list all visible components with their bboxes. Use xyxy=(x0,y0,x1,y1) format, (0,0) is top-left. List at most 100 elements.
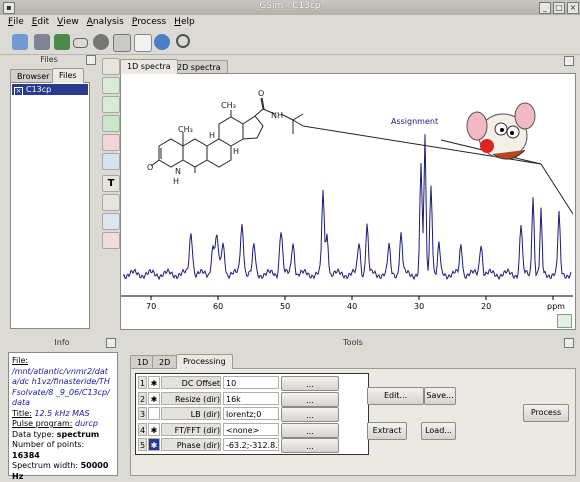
step-options-button[interactable]: ... xyxy=(281,422,339,438)
menu-bar: File Edit View Analysis Process Help xyxy=(0,15,580,29)
undock-icon[interactable] xyxy=(86,55,96,65)
step-value-field[interactable]: <none> xyxy=(223,422,279,436)
list-item[interactable]: × C13cp xyxy=(12,84,88,96)
step-options-button[interactable]: ... xyxy=(281,376,339,391)
grid-icon[interactable] xyxy=(102,58,120,75)
file-path[interactable]: /mnt/atlantic/vnmr2/data/dc h1vz/finaste… xyxy=(12,367,114,409)
sync-icon[interactable] xyxy=(154,34,170,50)
expand-vertical-icon[interactable] xyxy=(102,96,120,113)
annotation-label: Assignment xyxy=(391,117,438,126)
expand-horizontal-icon[interactable] xyxy=(102,77,120,94)
undock-icon[interactable] xyxy=(564,56,574,66)
undock-icon[interactable] xyxy=(564,338,574,348)
menu-view[interactable]: View xyxy=(57,15,79,29)
process-button-label: Process xyxy=(530,408,562,417)
tab-browser[interactable]: Browser xyxy=(10,69,57,83)
molecule-label-nh: N xyxy=(175,167,181,176)
x-tick-label: 20 xyxy=(481,302,491,311)
window-titlebar: ▪ GSim - C13cp _ □ × xyxy=(0,0,580,16)
menu-help[interactable]: Help xyxy=(174,15,195,29)
menu-edit[interactable]: Edit xyxy=(32,15,49,29)
close-circle-icon[interactable] xyxy=(93,34,109,50)
tab-2d[interactable]: 2D xyxy=(152,355,178,369)
row-number: 5 xyxy=(138,438,147,451)
x-tick-label: 50 xyxy=(280,302,290,311)
peak-pick-icon[interactable] xyxy=(102,134,120,151)
num-points-label: Number of points: xyxy=(12,440,85,449)
close-icon[interactable]: × xyxy=(567,2,579,14)
step-checkbox[interactable]: ✱ xyxy=(148,376,160,389)
molecule-label-ch3: CH₃ xyxy=(178,125,193,134)
step-name: FT/FFT (dir) xyxy=(161,422,221,436)
x-ticks: 70 60 50 40 30 20 ppm xyxy=(146,296,565,311)
x-tick-label: ppm xyxy=(547,302,565,311)
load-button-label: Load... xyxy=(425,426,452,435)
processing-panel: 1 ✱ DC Offset 10... 2 ✱ Resize (dir) 16k... 3 LB … xyxy=(130,368,576,476)
menu-file[interactable]: File xyxy=(8,15,24,29)
save-button[interactable]: Save... xyxy=(424,387,456,405)
spectrum-width-label: Spectrum width: xyxy=(12,461,79,470)
step-options-button[interactable]: ... xyxy=(281,391,339,407)
molecule-label-ch3: CH₃ xyxy=(221,101,236,110)
print-icon[interactable] xyxy=(113,34,131,52)
minimize-icon[interactable]: _ xyxy=(539,2,551,14)
scroll-down-icon[interactable] xyxy=(557,314,572,328)
row-number: 4 xyxy=(138,422,147,436)
load-button[interactable]: Load... xyxy=(421,422,456,440)
row-number: 2 xyxy=(138,391,147,405)
open-folder-icon[interactable] xyxy=(12,34,28,50)
save-as-icon[interactable] xyxy=(54,34,70,50)
maximize-icon[interactable]: □ xyxy=(553,2,565,14)
rotate-icon[interactable] xyxy=(102,153,120,170)
spectrum-svg: 70 60 50 40 30 20 ppm O N H CH₃ CH₃ H H … xyxy=(121,89,573,311)
save-button-label: Save... xyxy=(426,391,454,400)
info-text: File: /mnt/atlantic/vnmr2/data/dc h1vz/f… xyxy=(8,352,118,481)
step-options-button[interactable]: ... xyxy=(281,438,339,453)
step-name: Resize (dir) xyxy=(161,391,221,405)
menu-label: iew xyxy=(63,17,79,27)
step-checkbox[interactable]: ✱ xyxy=(148,391,160,405)
step-checkbox[interactable]: ✱ xyxy=(148,438,160,451)
x-tick-label: 30 xyxy=(414,302,424,311)
edit-button-label: Edit... xyxy=(383,391,408,400)
title-value: 12.5 kHz MAS xyxy=(34,408,90,418)
menu-analysis[interactable]: Analysis xyxy=(87,15,124,29)
glasses-icon[interactable] xyxy=(73,38,88,48)
tab-2d-spectra[interactable]: 2D spectra xyxy=(170,60,228,74)
tab-processing[interactable]: Processing xyxy=(176,354,233,369)
menu-mnemonic: H xyxy=(174,17,181,27)
erase-tool-icon[interactable] xyxy=(102,232,120,249)
zoom-icon[interactable] xyxy=(102,115,120,132)
x-tick-label: 70 xyxy=(146,302,156,311)
search-icon[interactable] xyxy=(176,34,190,48)
text-tool-icon[interactable]: T xyxy=(102,175,120,192)
tab-files[interactable]: Files xyxy=(52,68,84,83)
step-value-field[interactable]: lorentz;0 xyxy=(223,407,279,420)
line-tool-icon[interactable] xyxy=(102,194,120,211)
x-tick-label: 40 xyxy=(347,302,357,311)
arrow-tool-icon[interactable] xyxy=(102,213,120,230)
step-value-field[interactable]: 10 xyxy=(223,376,279,389)
menu-process[interactable]: Process xyxy=(132,15,166,29)
copy-icon[interactable] xyxy=(134,34,152,52)
extract-button[interactable]: Extract xyxy=(367,422,407,440)
molecule-label-nh: NH xyxy=(271,111,283,120)
step-checkbox[interactable] xyxy=(148,407,160,420)
checkbox-icon[interactable]: × xyxy=(14,87,23,96)
edit-button[interactable]: Edit... xyxy=(367,387,424,405)
step-name: Phase (dir) xyxy=(161,438,221,451)
molecule-label-o: O xyxy=(147,163,153,172)
save-icon[interactable] xyxy=(34,34,50,50)
tab-1d-spectra[interactable]: 1D spectra xyxy=(120,59,178,74)
process-button[interactable]: Process xyxy=(523,404,569,422)
undock-icon[interactable] xyxy=(106,338,116,348)
step-options-button[interactable]: ... xyxy=(281,407,339,422)
step-checkbox[interactable]: ✱ xyxy=(148,422,160,436)
title-label: Title: xyxy=(12,408,32,418)
step-value-field[interactable]: -63.2;-312.8... xyxy=(223,438,279,451)
pulse-program-value: durcp xyxy=(75,419,98,428)
files-pane-title: Files xyxy=(40,55,58,64)
spectrum-canvas[interactable]: 70 60 50 40 30 20 ppm O N H CH₃ CH₃ H H … xyxy=(120,73,576,330)
menu-label: dit xyxy=(37,17,50,27)
step-value-field[interactable]: 16k xyxy=(223,391,279,405)
